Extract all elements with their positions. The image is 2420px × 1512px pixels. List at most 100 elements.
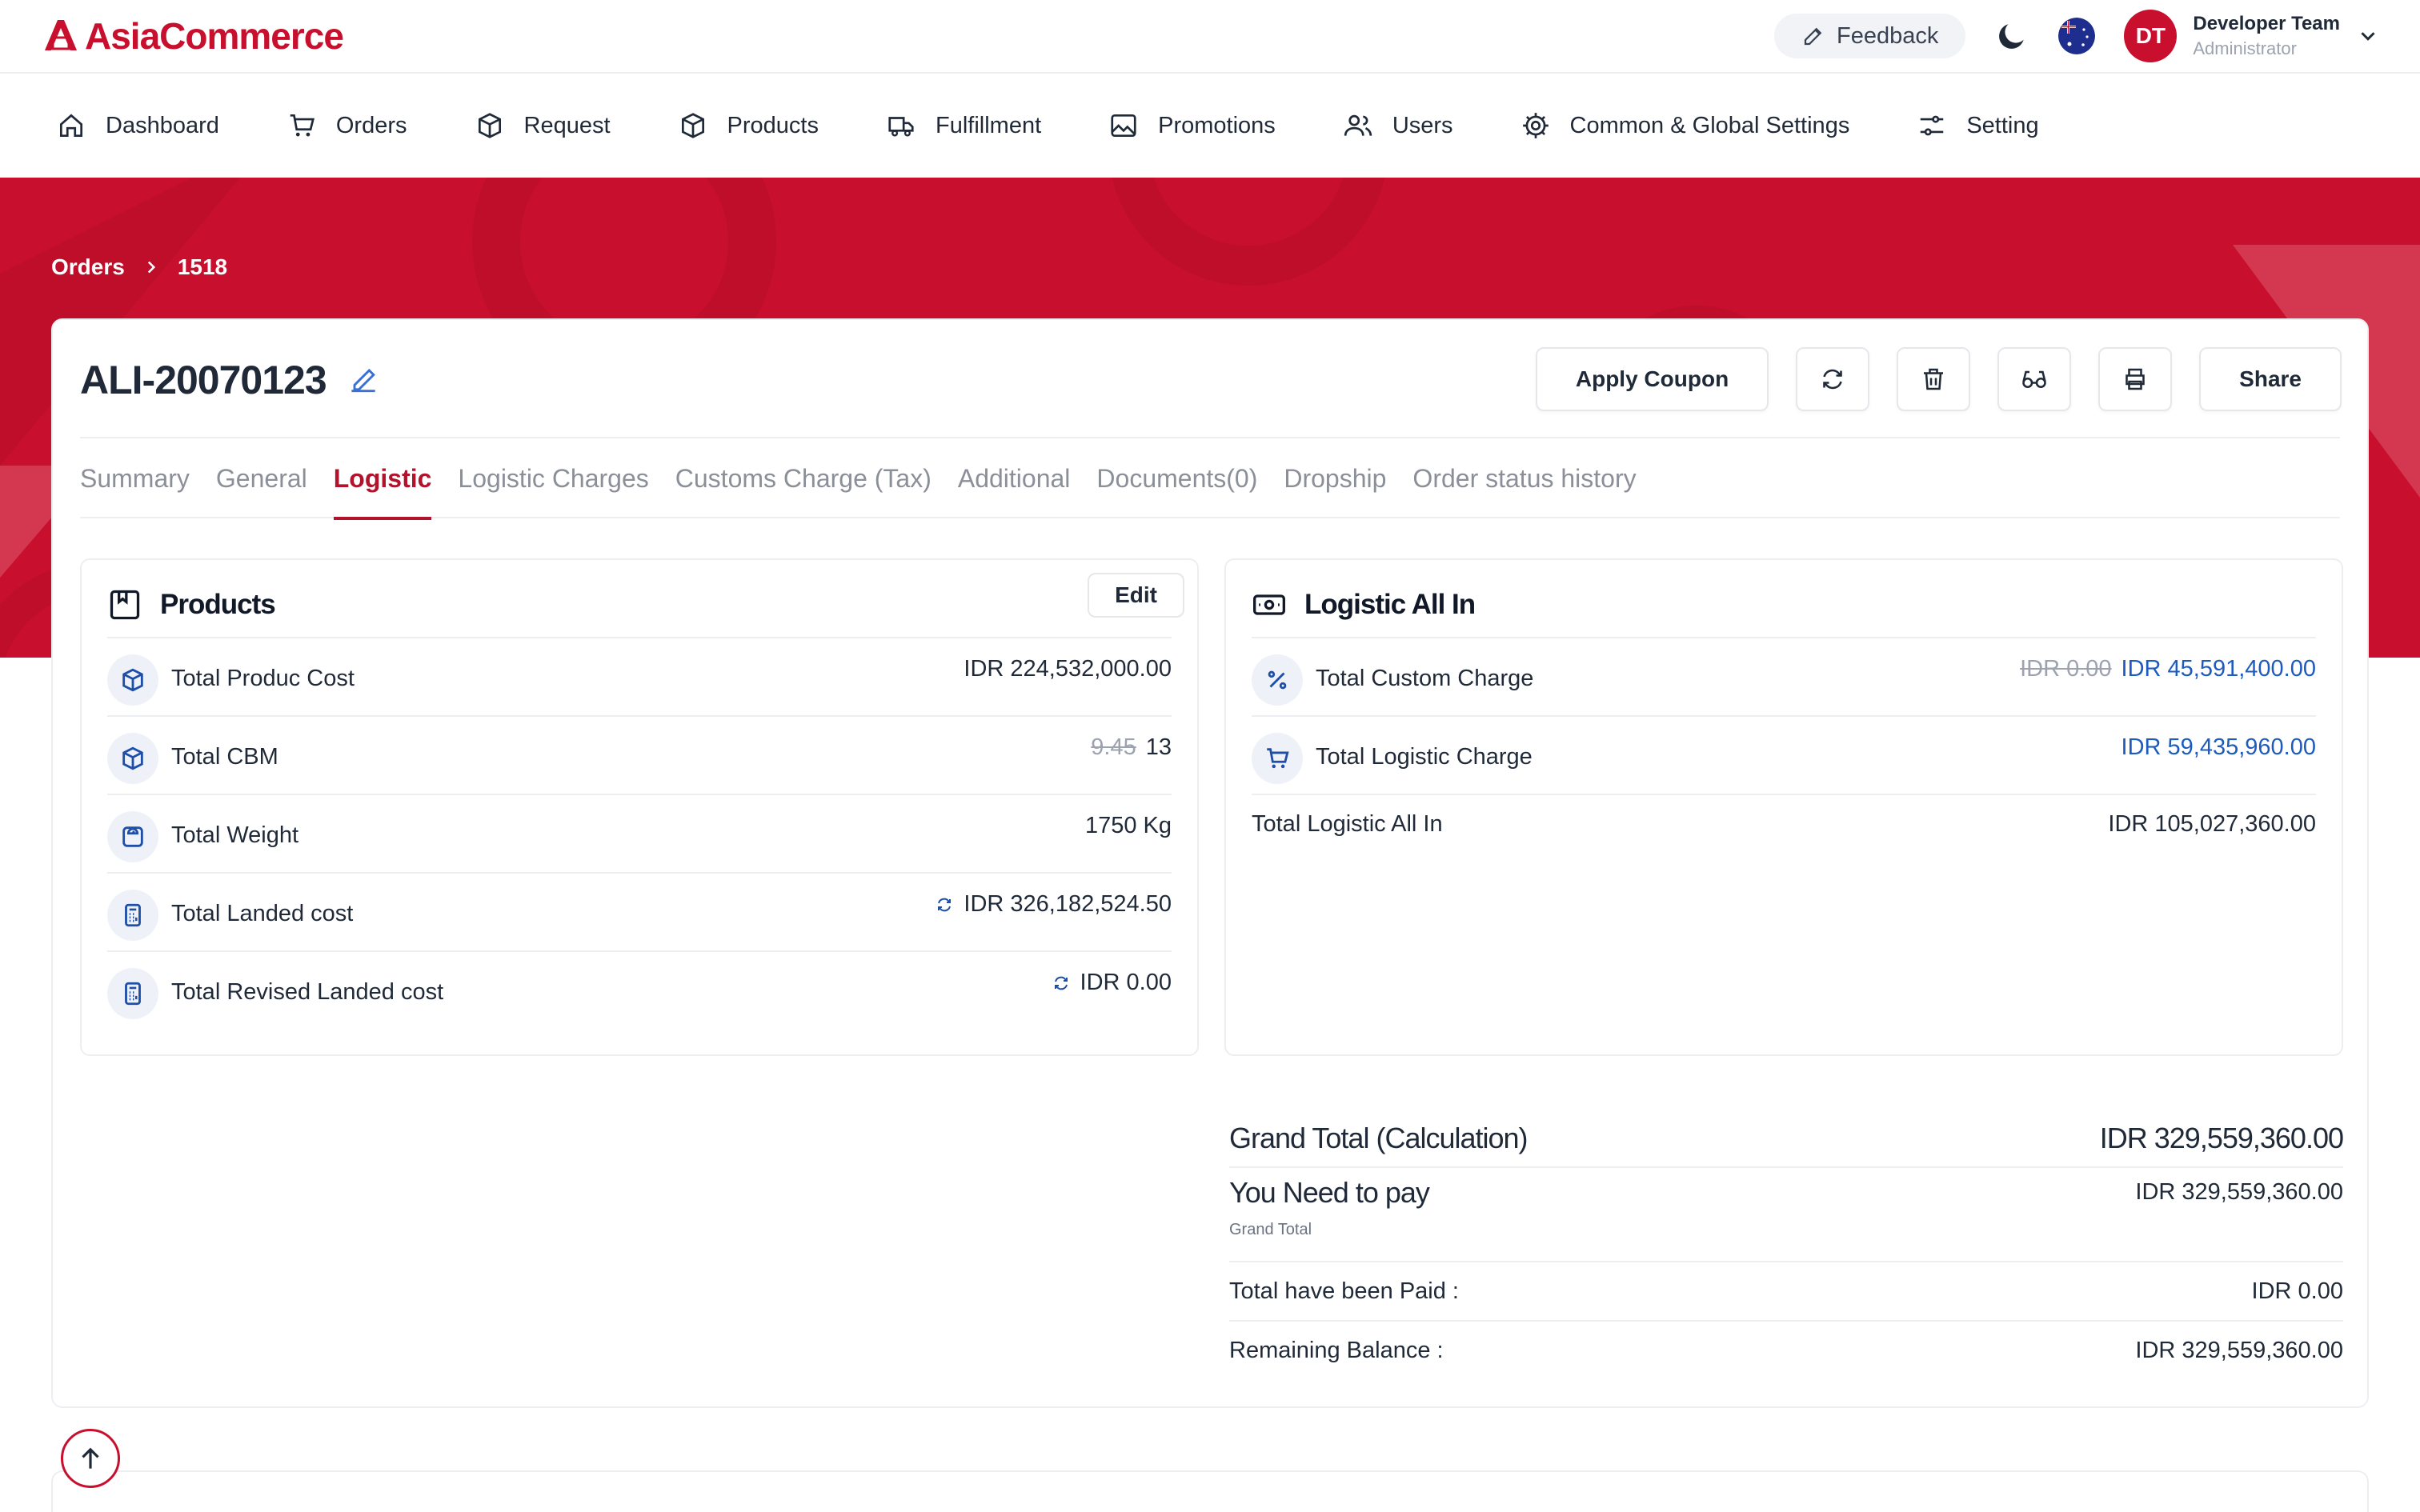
tab-logistic[interactable]: Logistic bbox=[333, 464, 431, 520]
old-value: 9.45 bbox=[1091, 734, 1136, 760]
chevron-right-icon bbox=[147, 261, 155, 274]
bookmark-box-icon bbox=[110, 590, 140, 620]
row-total-logistic-all-in: Total Logistic All In IDR 105,027,360.00 bbox=[1252, 794, 2316, 872]
nav-setting[interactable]: Setting bbox=[1917, 110, 2039, 141]
chevron-down-icon bbox=[2361, 32, 2375, 41]
tab-general[interactable]: General bbox=[216, 464, 307, 518]
cart-icon bbox=[1252, 733, 1303, 784]
row-total-landed-cost: Total Landed cost IDR 326,182,524.50 bbox=[107, 872, 1172, 950]
apply-coupon-button[interactable]: Apply Coupon bbox=[1535, 347, 1769, 411]
row-value: IDR 224,532,000.00 bbox=[964, 656, 1172, 682]
row-total-product-cost: Total Produc Cost IDR 224,532,000.00 bbox=[107, 637, 1172, 715]
grand-totals: Grand Total (Calculation) IDR 329,559,36… bbox=[1229, 1114, 2344, 1402]
nav-common-global-settings[interactable]: Common & Global Settings bbox=[1521, 110, 1849, 141]
user-menu[interactable]: DT Developer Team Administrator bbox=[2124, 10, 2380, 62]
order-id: ALI-20070123 bbox=[80, 358, 327, 402]
glasses-icon bbox=[2022, 370, 2046, 389]
products-panel-title: Products bbox=[107, 587, 276, 622]
remaining-value: IDR 329,559,360.00 bbox=[2135, 1338, 2343, 1363]
products-panel: Products Edit Total Produc Cost IDR 224,… bbox=[80, 558, 1199, 1056]
nav-request[interactable]: Request bbox=[475, 110, 611, 141]
logo-icon bbox=[45, 20, 77, 50]
row-label: Total Revised Landed cost bbox=[171, 979, 444, 1005]
preview-button[interactable] bbox=[1997, 347, 2072, 411]
tab-customs-charge[interactable]: Customs Charge (Tax) bbox=[675, 464, 932, 518]
row-total-logistic-charge: Total Logistic Charge IDR 59,435,960.00 bbox=[1252, 715, 2316, 794]
feedback-label: Feedback bbox=[1837, 22, 1939, 49]
remaining-label: Remaining Balance : bbox=[1229, 1338, 1444, 1363]
order-card: ALI-20070123 Apply Coupon Share Summary … bbox=[51, 318, 2369, 1408]
row-total-weight: Total Weight 1750 Kg bbox=[107, 794, 1172, 872]
calculator-icon bbox=[107, 890, 158, 941]
row-value: 1750 Kg bbox=[1084, 813, 1172, 838]
nav-label: Setting bbox=[1966, 112, 2039, 138]
delete-button[interactable] bbox=[1897, 347, 1971, 411]
new-value: 13 bbox=[1145, 734, 1172, 760]
breadcrumb-orders-link[interactable]: Orders bbox=[51, 254, 125, 280]
user-name: Developer Team bbox=[2193, 13, 2340, 34]
row-label: Total CBM bbox=[171, 744, 278, 770]
nav-promotions[interactable]: Promotions bbox=[1108, 110, 1276, 141]
row-value: IDR 59,435,960.00 bbox=[2121, 734, 2316, 760]
tab-order-status-history[interactable]: Order status history bbox=[1412, 464, 1636, 518]
brand-name: AsiaCommerce bbox=[85, 15, 344, 57]
scale-icon bbox=[107, 811, 158, 862]
need-to-pay-value: IDR 329,559,360.00 bbox=[2135, 1179, 2343, 1205]
breadcrumb: Orders 1518 bbox=[51, 254, 227, 280]
refresh-button[interactable] bbox=[1796, 347, 1870, 411]
row-value: 9.45 13 bbox=[1091, 734, 1172, 761]
tab-dropship[interactable]: Dropship bbox=[1284, 464, 1386, 518]
brand-logo[interactable]: AsiaCommerce bbox=[40, 14, 344, 58]
moon-icon[interactable] bbox=[1994, 18, 2029, 54]
tab-additional[interactable]: Additional bbox=[958, 464, 1071, 518]
printer-icon bbox=[2126, 368, 2145, 390]
sliders-icon bbox=[1921, 115, 1944, 136]
feedback-button[interactable]: Feedback bbox=[1774, 14, 1966, 58]
box-icon bbox=[107, 733, 158, 784]
new-value: IDR 45,591,400.00 bbox=[2121, 656, 2316, 682]
refresh-icon bbox=[1823, 369, 1842, 390]
row-total-revised-landed-cost: Total Revised Landed cost IDR 0.00 bbox=[107, 950, 1172, 1029]
paid-row: Total have been Paid : IDR 0.00 bbox=[1229, 1262, 2343, 1322]
header-divider bbox=[80, 437, 2340, 438]
row-label: Total Logistic All In bbox=[1252, 811, 1443, 837]
australia-flag-icon[interactable] bbox=[2058, 18, 2096, 54]
share-button[interactable]: Share bbox=[2199, 347, 2342, 411]
remaining-row: Remaining Balance : IDR 329,559,360.00 bbox=[1229, 1322, 2343, 1381]
nav-users[interactable]: Users bbox=[1343, 110, 1453, 141]
tab-summary[interactable]: Summary bbox=[80, 464, 190, 518]
nav-label: Users bbox=[1392, 112, 1453, 138]
recalculate-icon[interactable] bbox=[1052, 974, 1071, 993]
row-label: Total Weight bbox=[171, 822, 299, 848]
top-bar: AsiaCommerce Feedback DT Developer Team … bbox=[0, 0, 2420, 74]
print-button[interactable] bbox=[2098, 347, 2173, 411]
avatar: DT bbox=[2124, 10, 2178, 62]
box-icon bbox=[107, 654, 158, 706]
calculator-icon bbox=[107, 968, 158, 1019]
nav-label: Products bbox=[727, 112, 819, 138]
paid-label: Total have been Paid : bbox=[1229, 1278, 1459, 1304]
nav-label: Orders bbox=[335, 112, 407, 138]
row-value: IDR 0.00 bbox=[1052, 970, 1172, 996]
main-nav: Dashboard Orders Request Products Fulfil… bbox=[0, 74, 2420, 178]
tab-documents[interactable]: Documents(0) bbox=[1096, 464, 1257, 518]
recalculate-icon[interactable] bbox=[935, 895, 954, 914]
nav-label: Dashboard bbox=[106, 112, 219, 138]
nav-label: Request bbox=[523, 112, 611, 138]
logistic-panel-title: Logistic All In bbox=[1252, 587, 1476, 622]
nav-label: Promotions bbox=[1158, 112, 1276, 138]
logistic-all-in-panel: Logistic All In Total Custom Charge IDR … bbox=[1224, 558, 2343, 1056]
products-edit-button[interactable]: Edit bbox=[1088, 573, 1184, 618]
scroll-to-top-button[interactable] bbox=[61, 1429, 120, 1488]
nav-products[interactable]: Products bbox=[678, 110, 819, 141]
nav-fulfillment[interactable]: Fulfillment bbox=[886, 110, 1041, 141]
nav-label: Fulfillment bbox=[935, 112, 1042, 138]
row-value: IDR 326,182,524.50 bbox=[935, 891, 1172, 918]
image-icon bbox=[1111, 114, 1136, 138]
tab-logistic-charges[interactable]: Logistic Charges bbox=[458, 464, 648, 518]
row-value: IDR 0.00 IDR 45,591,400.00 bbox=[2020, 656, 2316, 682]
nav-orders[interactable]: Orders bbox=[286, 110, 407, 141]
nav-dashboard[interactable]: Dashboard bbox=[56, 110, 219, 141]
percent-icon bbox=[1252, 654, 1303, 706]
edit-pencil-icon[interactable] bbox=[346, 362, 381, 397]
